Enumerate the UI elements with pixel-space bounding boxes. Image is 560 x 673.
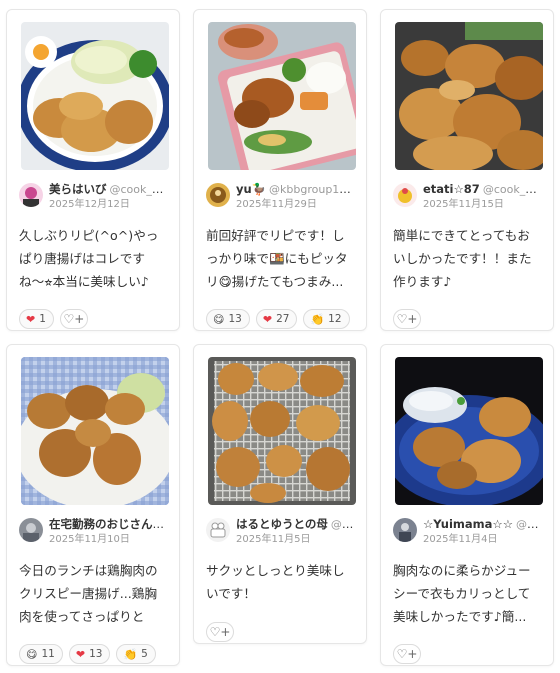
report-date: 2025年11月10日 — [49, 534, 130, 545]
food-photo[interactable] — [395, 357, 543, 505]
report-comment: 前回好評でリピです！しっかり味で🍱にもピッタリ😋揚げたてもつまみ... — [206, 228, 348, 289]
clap-icon: 👏 — [123, 647, 138, 661]
reaction-heart[interactable]: ❤ 1 — [19, 309, 54, 329]
avatar[interactable] — [206, 518, 230, 542]
reaction-count: 5 — [141, 648, 148, 660]
reaction-yum[interactable]: 😋 11 — [19, 644, 63, 664]
author-name[interactable]: 在宅勤務のおじさん ... — [49, 517, 167, 531]
reaction-bar: 😋 13 ❤ 27 👏 12 — [206, 309, 354, 329]
reaction-count: 27 — [276, 313, 290, 325]
add-reaction-button[interactable]: ♡+ — [393, 309, 421, 329]
report-card[interactable]: yu🦆 @kbbgroup1975 2025年11月29日 前回好評でリピです！し… — [193, 9, 367, 331]
author-row[interactable]: 在宅勤務のおじさん ... 2025年11月10日 — [19, 517, 167, 549]
author-handle: @kbbgroup1975 — [269, 183, 354, 196]
author-name[interactable]: 美らはいび — [49, 182, 107, 196]
reaction-count: 11 — [41, 648, 55, 660]
tsukurepo-grid: 美らはいび @cook_4... 2025年12月12日 久しぶりリピ(^o^)や… — [6, 9, 556, 666]
reaction-clap[interactable]: 👏 5 — [116, 644, 156, 664]
add-reaction-button[interactable]: ♡+ — [393, 644, 421, 664]
author-name[interactable]: etati☆87 — [423, 182, 480, 196]
clap-icon: 👏 — [310, 312, 325, 326]
report-comment: サクッとしっとり美味しいです！ — [206, 563, 345, 601]
author-row[interactable]: 美らはいび @cook_4... 2025年12月12日 — [19, 182, 167, 214]
report-date: 2025年12月12日 — [49, 199, 130, 210]
add-reaction-icon: ♡+ — [396, 647, 418, 661]
avatar[interactable] — [206, 183, 230, 207]
reaction-heart[interactable]: ❤ 27 — [255, 309, 298, 329]
author-row[interactable]: はるとゆうとの母@c... 2025年11月5日 — [206, 517, 354, 549]
report-card[interactable]: etati☆87@cook_40... 2025年11月15日 簡単にできてとっ… — [380, 9, 554, 331]
reaction-heart[interactable]: ❤ 13 — [68, 644, 111, 664]
reaction-count: 13 — [228, 313, 242, 325]
food-photo[interactable] — [21, 357, 169, 505]
author-name[interactable]: yu🦆 — [236, 182, 266, 196]
author-handle: @c... — [516, 518, 541, 531]
report-date: 2025年11月29日 — [236, 199, 317, 210]
report-comment: 胸肉なのに柔らかジューシーで衣もカリっとして美味しかったです♪簡... — [393, 563, 531, 624]
food-photo[interactable] — [208, 357, 356, 505]
add-reaction-button[interactable]: ♡+ — [206, 622, 234, 642]
reaction-clap[interactable]: 👏 12 — [303, 309, 350, 329]
report-date: 2025年11月15日 — [423, 199, 504, 210]
heart-icon: ❤ — [75, 647, 86, 661]
add-reaction-button[interactable]: ♡+ — [59, 309, 88, 329]
author-row[interactable]: yu🦆 @kbbgroup1975 2025年11月29日 — [206, 182, 354, 214]
yum-face-icon: 😋 — [26, 647, 38, 661]
author-handle: @cook_4... — [109, 183, 168, 196]
add-reaction-icon: ♡+ — [63, 312, 85, 326]
author-handle: @cook_40... — [482, 183, 541, 196]
author-name[interactable]: はるとゆうとの母 — [236, 517, 328, 531]
food-photo[interactable] — [208, 22, 356, 170]
avatar[interactable] — [393, 183, 417, 207]
yum-face-icon: 😋 — [213, 312, 225, 326]
reaction-count: 12 — [328, 313, 342, 325]
reaction-bar: ♡+ — [393, 644, 541, 664]
reaction-bar: 😋 11 ❤ 13 👏 5 — [19, 644, 167, 664]
author-row[interactable]: ☆Yuimama☆☆ @c... 2025年11月4日 — [393, 517, 541, 549]
report-comment: 簡単にできてとってもおいしかったです！！また作ります♪ — [393, 228, 532, 289]
report-comment: 今日のランチは鶏胸肉のクリスピー唐揚げ...鶏胸肉を使ってさっぱりとし... — [19, 563, 158, 624]
report-date: 2025年11月4日 — [423, 534, 498, 545]
author-handle: @c... — [330, 518, 354, 531]
reaction-bar: ❤ 1 ♡+ — [19, 309, 167, 329]
heart-icon: ❤ — [26, 312, 36, 326]
report-card[interactable]: はるとゆうとの母@c... 2025年11月5日 サクッとしっとり美味しいです！… — [193, 344, 367, 644]
avatar[interactable] — [19, 518, 43, 542]
report-card[interactable]: 美らはいび @cook_4... 2025年12月12日 久しぶりリピ(^o^)や… — [6, 9, 180, 331]
food-photo[interactable] — [21, 22, 169, 170]
report-comment: 久しぶりリピ(^o^)やっぱり唐揚げはコレですね〜⭐︎本当に美味しい♪ — [19, 228, 159, 289]
reaction-bar: ♡+ — [206, 622, 354, 642]
avatar[interactable] — [19, 183, 43, 207]
add-reaction-icon: ♡+ — [209, 625, 231, 639]
author-row[interactable]: etati☆87@cook_40... 2025年11月15日 — [393, 182, 541, 214]
avatar[interactable] — [393, 518, 417, 542]
reaction-count: 13 — [89, 648, 103, 660]
report-card[interactable]: 在宅勤務のおじさん ... 2025年11月10日 今日のランチは鶏胸肉のクリス… — [6, 344, 180, 666]
add-reaction-icon: ♡+ — [396, 312, 418, 326]
reaction-count: 1 — [39, 313, 46, 325]
report-date: 2025年11月5日 — [236, 534, 311, 545]
heart-icon: ❤ — [262, 312, 273, 326]
reaction-bar: ♡+ — [393, 309, 541, 329]
food-photo[interactable] — [395, 22, 543, 170]
reaction-yum[interactable]: 😋 13 — [206, 309, 250, 329]
report-card[interactable]: ☆Yuimama☆☆ @c... 2025年11月4日 胸肉なのに柔らかジューシー… — [380, 344, 554, 666]
author-name[interactable]: ☆Yuimama☆☆ — [423, 517, 513, 531]
